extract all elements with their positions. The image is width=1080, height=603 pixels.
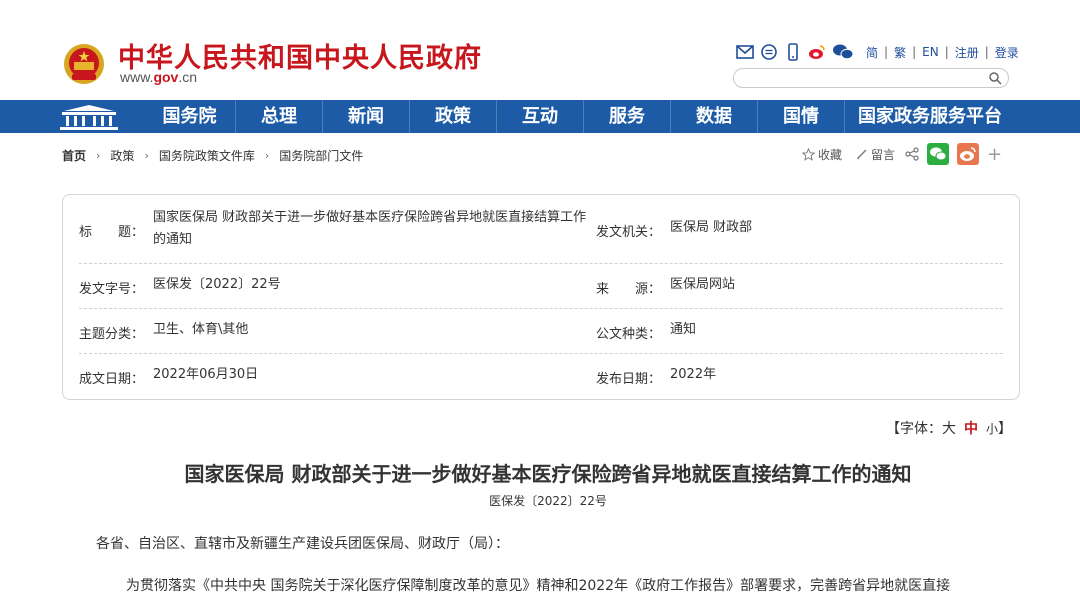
traditional-chinese-link[interactable]: 繁 <box>888 44 912 61</box>
main-nav: 国务院 总理 新闻 政策 互动 服务 数据 国情 国家政务服务平台 <box>0 100 1080 133</box>
document-salutation: 各省、自治区、直辖市及新疆生产建设兵团医保局、财政厅（局）： <box>96 536 509 552</box>
top-links: 简 | 繁 | EN | 注册 | 登录 <box>736 42 1025 62</box>
site-url[interactable]: www.gov.cn <box>120 69 197 85</box>
site-url-prefix: www. <box>120 69 154 85</box>
chevron-right-icon: › <box>264 148 270 162</box>
wechat-share-icon[interactable] <box>927 143 950 165</box>
breadcrumb-policy[interactable]: 政策 <box>110 147 134 164</box>
more-share-button[interactable]: + <box>987 144 1002 165</box>
breadcrumb-home[interactable]: 首页 <box>62 147 86 164</box>
breadcrumb-policy-library[interactable]: 国务院政策文件库 <box>159 147 255 164</box>
font-size-switcher: 【字体：大中小】 <box>886 418 1012 438</box>
document-paragraph: 为贯彻落实《中共中央 国务院关于深化医疗保障制度改革的意见》精神和2022年《政… <box>126 578 951 594</box>
info-row-dates: 成文日期： 2022年06月30日 发布日期： 2022年 <box>79 353 1003 398</box>
register-link[interactable]: 注册 <box>949 44 985 61</box>
source-value: 医保局网站 <box>670 277 736 292</box>
document-title: 国家医保局 财政部关于进一步做好基本医疗保险跨省异地就医直接结算工作的通知 <box>184 462 912 486</box>
date-value: 2022年06月30日 <box>153 367 259 382</box>
nav-item-national-info[interactable]: 国情 <box>757 100 844 133</box>
chevron-right-icon: › <box>144 148 149 162</box>
nav-item-services[interactable]: 服务 <box>583 100 670 133</box>
nav-item-interaction[interactable]: 互动 <box>496 100 583 133</box>
mobile-phone-icon[interactable] <box>784 43 802 61</box>
nav-item-news[interactable]: 新闻 <box>322 100 409 133</box>
site-url-suffix: .cn <box>178 69 198 85</box>
nav-item-gov-service-platform[interactable]: 国家政务服务平台 <box>844 100 1015 133</box>
pub-label: 发布日期： <box>596 372 662 387</box>
info-row-title: 标 题： 国家医保局 财政部关于进一步做好基本医疗保险跨省异地就医直接结算工作的… <box>79 195 1003 264</box>
site-header: 中华人民共和国中央人民政府 www.gov.cn 简 | 繁 | EN | 注册… <box>0 0 1080 100</box>
chevron-right-icon: › <box>96 148 101 162</box>
login-link[interactable]: 登录 <box>989 44 1025 61</box>
topic-label: 主题分类： <box>79 327 145 342</box>
search-input[interactable] <box>742 71 986 89</box>
document-number: 医保发〔2022〕22号 <box>489 494 607 508</box>
site-url-domain: gov <box>153 69 179 85</box>
mail-icon[interactable] <box>736 43 754 61</box>
info-row-docnum: 发文字号： 医保发〔2022〕22号 来 源： 医保局网站 <box>79 263 1003 309</box>
nav-item-data[interactable]: 数据 <box>670 100 757 133</box>
breadcrumb: 首页 › 政策 › 国务院政策文件库 › 国务院部门文件 <box>62 146 363 164</box>
simplified-chinese-link[interactable]: 简 <box>860 44 884 61</box>
star-icon[interactable] <box>802 147 815 161</box>
font-size-suffix: 】 <box>998 421 1013 437</box>
national-emblem-icon[interactable] <box>62 42 106 86</box>
search-icon[interactable] <box>988 71 1002 85</box>
pencil-icon[interactable] <box>856 148 868 160</box>
weibo-icon[interactable] <box>808 43 826 61</box>
docnum-label: 发文字号： <box>79 282 145 297</box>
nav-item-premier[interactable]: 总理 <box>235 100 322 133</box>
font-size-prefix: 【字体： <box>886 421 942 437</box>
wechat-icon[interactable] <box>832 43 854 61</box>
title-value: 国家医保局 财政部关于进一步做好基本医疗保险跨省异地就医直接结算工作的通知 <box>153 210 587 247</box>
nav-items: 国务院 总理 新闻 政策 互动 服务 数据 国情 国家政务服务平台 <box>144 100 1015 133</box>
docnum-value: 医保发〔2022〕22号 <box>153 277 281 292</box>
nav-item-state-council[interactable]: 国务院 <box>144 100 235 133</box>
chat-bubble-icon[interactable] <box>760 43 778 61</box>
search-box <box>733 68 1009 89</box>
doctype-label: 公文种类： <box>596 327 662 342</box>
favorite-button[interactable]: 收藏 <box>818 146 842 163</box>
issuer-label: 发文机关： <box>596 225 662 240</box>
topic-value: 卫生、体育\其他 <box>153 322 249 337</box>
pub-value: 2022年 <box>670 367 717 382</box>
font-size-large[interactable]: 大 <box>942 421 956 437</box>
doctype-value: 通知 <box>670 322 697 337</box>
date-label: 成文日期： <box>79 372 145 387</box>
info-row-topic: 主题分类： 卫生、体育\其他 公文种类： 通知 <box>79 308 1003 354</box>
weibo-share-icon[interactable] <box>957 143 980 165</box>
breadcrumb-department-docs[interactable]: 国务院部门文件 <box>279 147 363 164</box>
building-logo-icon[interactable] <box>58 103 120 131</box>
english-link[interactable]: EN <box>916 45 945 59</box>
share-icon[interactable] <box>905 147 919 161</box>
document-info-table: 标 题： 国家医保局 财政部关于进一步做好基本医疗保险跨省异地就医直接结算工作的… <box>62 194 1020 400</box>
title-label: 标 题： <box>79 225 145 240</box>
page-tools: 收藏 留言 + <box>802 143 1002 165</box>
nav-item-policy[interactable]: 政策 <box>409 100 496 133</box>
source-label: 来 源： <box>596 282 662 297</box>
comment-button[interactable]: 留言 <box>871 146 895 163</box>
issuer-value: 医保局 财政部 <box>670 220 753 235</box>
font-size-medium[interactable]: 中 <box>964 421 978 437</box>
font-size-small[interactable]: 小 <box>986 422 998 436</box>
